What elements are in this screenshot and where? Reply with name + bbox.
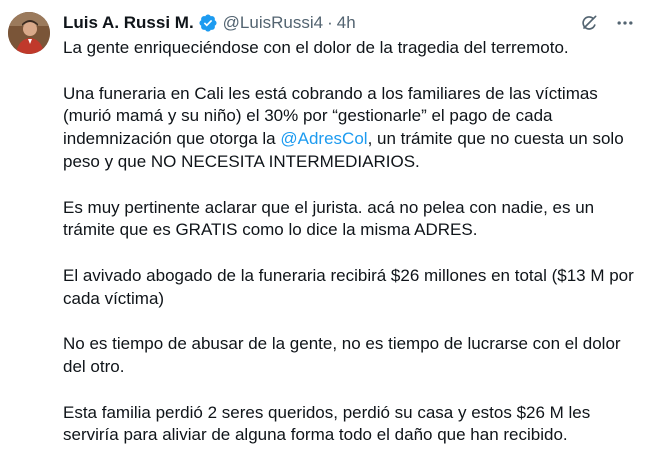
tweet-paragraph: Es muy pertinente aclarar que el jurista… xyxy=(63,197,595,240)
tweet-paragraph: Esta familia perdió 2 seres queridos, pe… xyxy=(63,402,591,445)
tweet-paragraph: No es tiempo de abusar de la gente, no e… xyxy=(63,334,621,377)
tweet-actions xyxy=(578,12,636,34)
tweet-header: Luis A. Russi M. @LuisRussi4 · 4h xyxy=(63,12,356,34)
tweet-paragraph: El avivado abogado de la funeraria recib… xyxy=(63,265,634,308)
grok-icon[interactable] xyxy=(578,12,600,34)
header-separator: · xyxy=(327,13,333,32)
mention-link[interactable]: @AdresCol xyxy=(280,129,367,148)
timestamp[interactable]: 4h xyxy=(337,13,356,33)
tweet-card: Luis A. Russi M. @LuisRussi4 · 4h La gen… xyxy=(0,0,652,452)
verified-badge-icon xyxy=(198,13,218,33)
author-handle[interactable]: @LuisRussi4 xyxy=(223,13,323,33)
tweet-paragraph: La gente enriqueciéndose con el dolor de… xyxy=(63,38,569,57)
avatar[interactable] xyxy=(8,12,50,54)
tweet-text: La gente enriqueciéndose con el dolor de… xyxy=(63,37,643,447)
more-options-icon[interactable] xyxy=(614,12,636,34)
tweet-paragraph: Una funeraria en Cali les está cobrando … xyxy=(63,83,643,174)
author-name[interactable]: Luis A. Russi M. xyxy=(63,13,194,33)
